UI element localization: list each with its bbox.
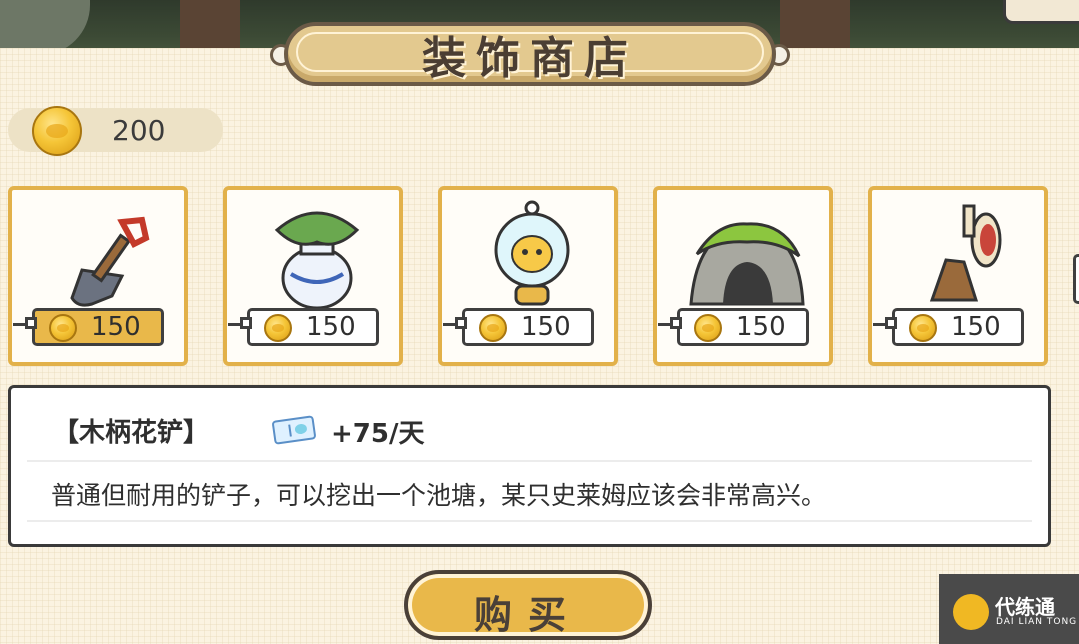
item-price: 150 (951, 312, 1001, 342)
coin-icon (694, 314, 722, 342)
item-detail-panel: 【木柄花铲】 +75/天 普通但耐用的铲子，可以挖出一个池塘，某只史莱姆应该会非… (8, 385, 1051, 547)
ticket-icon (271, 415, 317, 445)
buy-button[interactable]: 购买 (404, 570, 652, 640)
mossy-cave-icon (689, 222, 805, 306)
divider (27, 520, 1032, 522)
price-tag: 150 (228, 308, 379, 346)
corner-button[interactable] (1003, 0, 1079, 24)
coin-icon (32, 106, 82, 156)
rock-decoration (0, 0, 90, 55)
plant-vase-icon (274, 211, 360, 310)
crystal-lamp-icon (494, 200, 570, 306)
coin-balance: 200 (8, 106, 223, 156)
coin-icon (909, 314, 937, 342)
watermark-logo: 代练通 DAI LIAN TONG (939, 574, 1079, 644)
item-reward: +75/天 (331, 419, 425, 449)
item-name: 【木柄花铲】 (53, 418, 210, 448)
shop-item-crystal-lamp[interactable]: 150 (438, 186, 618, 366)
target-stand-icon (929, 204, 1002, 302)
price-tag: 150 (658, 308, 809, 346)
price-tag: 150 (443, 308, 594, 346)
price-tag: 150 (873, 308, 1024, 346)
coin-balance-amount: 200 (112, 114, 166, 147)
shop-title: 装饰商店 (422, 33, 638, 84)
item-price: 150 (521, 312, 571, 342)
shop-item-target-stand[interactable]: 150 (868, 186, 1048, 366)
next-page-hint[interactable] (1073, 254, 1079, 304)
watermark-subtitle: DAI LIAN TONG (996, 617, 1078, 627)
shop-item-plant-vase[interactable]: 150 (223, 186, 403, 366)
item-price: 150 (736, 312, 786, 342)
coin-icon (479, 314, 507, 342)
shop-item-shovel[interactable]: 150 (8, 186, 188, 366)
coin-icon (49, 314, 77, 342)
shop-title-plaque: 装饰商店 (270, 18, 790, 90)
shop-item-mossy-cave[interactable]: 150 (653, 186, 833, 366)
watermark-title: 代练通 (995, 595, 1055, 619)
logo-icon (953, 594, 989, 630)
item-description: 普通但耐用的铲子，可以挖出一个池塘，某只史莱姆应该会非常高兴。 (51, 481, 827, 510)
buy-button-label: 购买 (473, 593, 582, 637)
item-price: 150 (306, 312, 356, 342)
price-tag: 150 (13, 308, 164, 346)
divider (27, 460, 1032, 462)
shovel-icon (70, 216, 150, 307)
item-price: 150 (91, 312, 141, 342)
coin-icon (264, 314, 292, 342)
